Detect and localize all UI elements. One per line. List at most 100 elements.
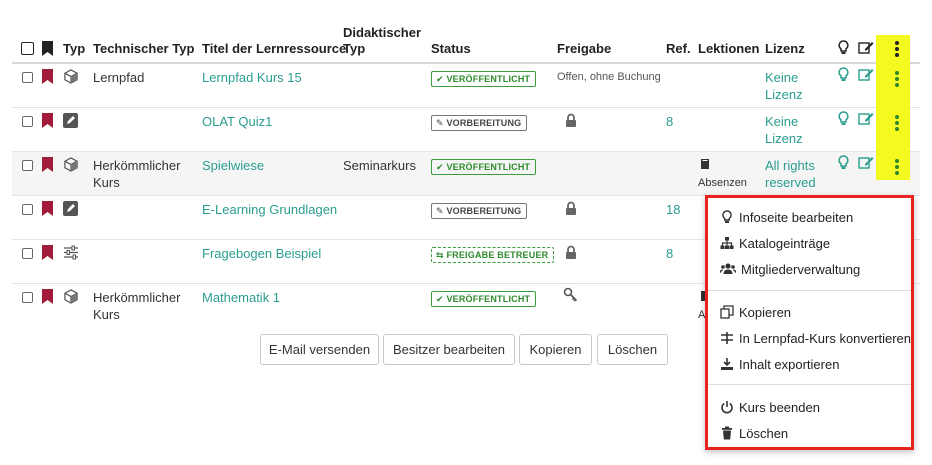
table-row: OLAT Quiz1 ✎ VORBEREITUNG 8 Keine Lizenz xyxy=(12,108,920,152)
actions-highlight xyxy=(876,64,910,108)
license-line1[interactable]: Keine xyxy=(765,114,798,129)
title-link[interactable]: Spielwiese xyxy=(202,158,264,173)
bookmark-icon[interactable] xyxy=(42,245,53,263)
lock-icon xyxy=(565,201,577,219)
menu-item-infoseite[interactable]: Infoseite bearbeiten xyxy=(720,208,853,226)
column-ref[interactable]: Ref. xyxy=(666,41,691,56)
email-button[interactable]: E-Mail versenden xyxy=(260,334,379,365)
column-status[interactable]: Status xyxy=(431,41,471,56)
row-checkbox[interactable] xyxy=(22,72,33,83)
column-freigabe[interactable]: Freigabe xyxy=(557,41,611,56)
title-link[interactable]: OLAT Quiz1 xyxy=(202,114,272,129)
edit-icon[interactable] xyxy=(858,155,874,173)
pencil-icon xyxy=(63,113,78,131)
ref-count[interactable]: 8 xyxy=(666,246,673,261)
table-row: Herkömmlicher Kurs Spielwiese Seminarkur… xyxy=(12,152,920,196)
technischer-typ-line2: Kurs xyxy=(93,175,120,190)
bookmark-icon[interactable] xyxy=(42,157,53,175)
menu-item-mitglieder[interactable]: Mitgliederverwaltung xyxy=(720,260,860,278)
status-badge: ✔ VERÖFFENTLICHT xyxy=(431,290,537,307)
license-line1[interactable]: Keine xyxy=(765,70,798,85)
share-icon: ⇆ xyxy=(436,250,447,260)
lightbulb-icon[interactable] xyxy=(838,155,849,173)
technischer-typ: Lernpfad xyxy=(93,70,145,85)
row-checkbox[interactable] xyxy=(22,204,33,215)
menu-item-katalog[interactable]: Katalogeinträge xyxy=(720,234,830,252)
more-vertical-icon[interactable] xyxy=(895,159,899,177)
sitemap-icon xyxy=(720,237,734,249)
column-typ[interactable]: Typ xyxy=(63,41,85,56)
title-link[interactable]: E-Learning Grundlagen xyxy=(202,202,337,217)
more-vertical-header-icon[interactable] xyxy=(895,41,899,59)
lightbulb-icon[interactable] xyxy=(838,67,849,85)
download-icon xyxy=(721,358,733,370)
menu-item-konvertieren[interactable]: In Lernpfad-Kurs konvertieren xyxy=(720,329,911,347)
license-line2[interactable]: Lizenz xyxy=(765,131,803,146)
bookmark-icon[interactable] xyxy=(42,289,53,307)
title-link[interactable]: Fragebogen Beispiel xyxy=(202,246,321,261)
ref-count[interactable]: 8 xyxy=(666,114,673,129)
key-icon xyxy=(563,287,579,306)
menu-divider xyxy=(708,290,911,291)
menu-item-kopieren[interactable]: Kopieren xyxy=(720,303,791,321)
trash-icon xyxy=(722,426,732,440)
cube-icon xyxy=(63,69,79,87)
column-didaktischer-typ-line1[interactable]: Didaktischer xyxy=(343,25,421,40)
row-checkbox[interactable] xyxy=(22,160,33,171)
edit-icon[interactable] xyxy=(858,111,874,129)
bookmark-icon[interactable] xyxy=(42,113,53,131)
column-lizenz[interactable]: Lizenz xyxy=(765,41,805,56)
column-lektionen[interactable]: Lektionen xyxy=(698,41,759,56)
title-link[interactable]: Mathematik 1 xyxy=(202,290,280,305)
delete-button[interactable]: Löschen xyxy=(597,334,668,365)
menu-item-loeschen[interactable]: Löschen xyxy=(720,424,788,442)
row-checkbox[interactable] xyxy=(22,248,33,259)
check-icon: ✔ xyxy=(436,74,447,84)
menu-item-beenden[interactable]: Kurs beenden xyxy=(720,398,820,416)
didactic-type: Seminarkurs xyxy=(343,158,416,173)
status-badge: ✔ VERÖFFENTLICHT xyxy=(431,70,537,87)
column-didaktischer-typ-line2[interactable]: Typ xyxy=(343,41,365,56)
cube-icon xyxy=(63,289,79,307)
edit-header-icon xyxy=(858,40,874,58)
title-link[interactable]: Lernpfad Kurs 15 xyxy=(202,70,302,85)
check-icon: ✔ xyxy=(436,162,447,172)
status-badge: ⇆ FREIGABE BETREUER xyxy=(431,246,555,263)
convert-icon xyxy=(721,332,733,344)
status-badge: ✎ VORBEREITUNG xyxy=(431,114,528,131)
column-titel[interactable]: Titel der Lernressource xyxy=(202,41,346,56)
edit-icon[interactable] xyxy=(858,67,874,85)
select-all-checkbox[interactable] xyxy=(21,42,34,55)
license-line1[interactable]: All rights xyxy=(765,158,815,173)
lock-icon xyxy=(565,245,577,263)
check-icon: ✔ xyxy=(436,294,447,304)
table-header: Typ Technischer Typ Titel der Lernressou… xyxy=(12,0,920,64)
pencil-small-icon: ✎ xyxy=(436,206,447,216)
bookmark-icon[interactable] xyxy=(42,201,53,219)
actions-highlight xyxy=(876,108,910,152)
bookmark-icon[interactable] xyxy=(42,69,53,87)
status-badge: ✔ VERÖFFENTLICHT xyxy=(431,158,537,175)
table-row: Lernpfad Lernpfad Kurs 15 ✔ VERÖFFENTLIC… xyxy=(12,64,920,108)
menu-item-exportieren[interactable]: Inhalt exportieren xyxy=(720,355,839,373)
pencil-small-icon: ✎ xyxy=(436,118,447,128)
bookmark-header-icon[interactable] xyxy=(42,41,53,59)
edit-owner-button[interactable]: Besitzer bearbeiten xyxy=(383,334,515,365)
license-line2[interactable]: Lizenz xyxy=(765,87,803,102)
copy-button[interactable]: Kopieren xyxy=(519,334,592,365)
users-icon xyxy=(720,263,736,274)
row-checkbox[interactable] xyxy=(22,292,33,303)
actions-dropdown-menu: Infoseite bearbeiten Katalogeinträge Mit… xyxy=(705,195,914,450)
power-icon xyxy=(721,401,733,414)
lightbulb-icon xyxy=(722,210,732,223)
row-checkbox[interactable] xyxy=(22,116,33,127)
column-technischer-typ[interactable]: Technischer Typ xyxy=(93,41,194,56)
license-line2[interactable]: reserved xyxy=(765,175,816,190)
book-icon xyxy=(700,158,711,173)
more-vertical-icon[interactable] xyxy=(895,115,899,133)
more-vertical-icon[interactable] xyxy=(895,71,899,89)
lightbulb-icon[interactable] xyxy=(838,111,849,129)
ref-count[interactable]: 18 xyxy=(666,202,680,217)
copy-icon xyxy=(720,305,734,319)
menu-divider xyxy=(708,384,911,385)
